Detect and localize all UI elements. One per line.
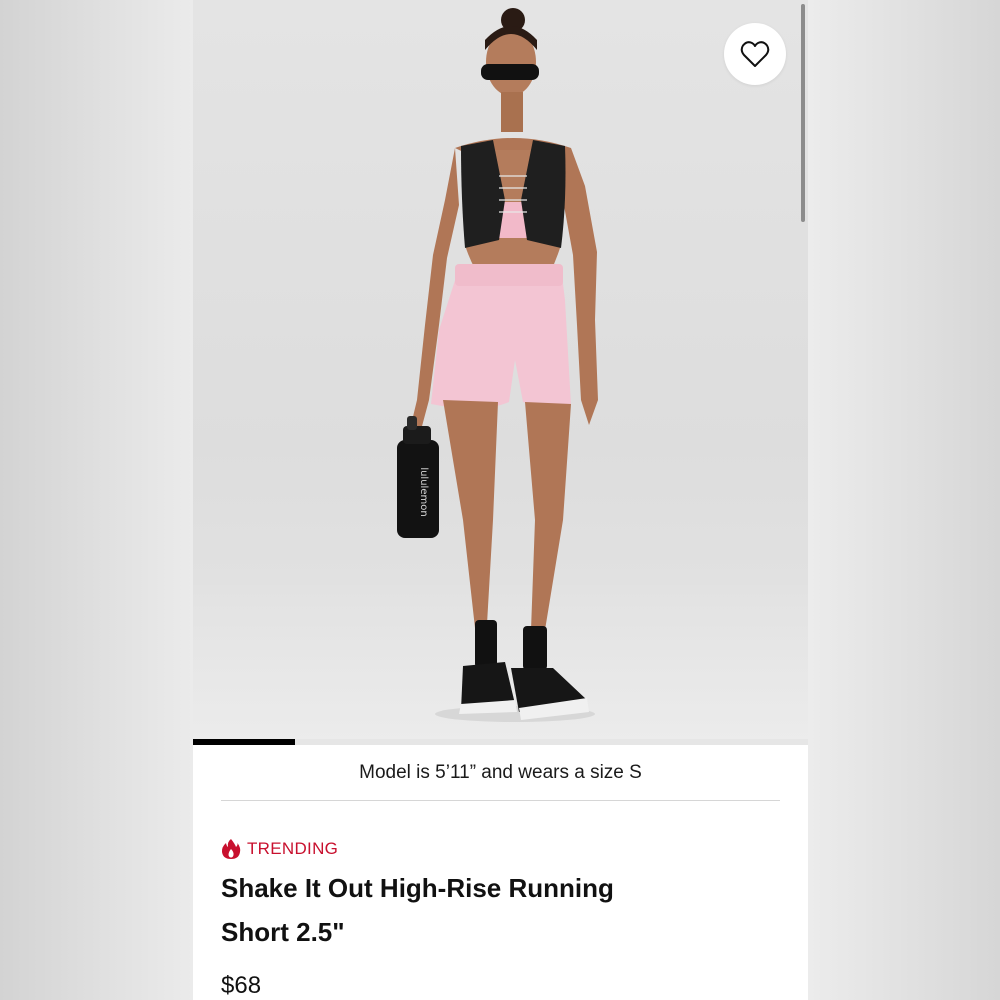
backdrop-left <box>0 0 193 1000</box>
trending-badge: TRENDING <box>221 838 338 860</box>
product-screen: lululemon Model is 5’11” and wears a siz… <box>193 0 808 1000</box>
product-title-line-2: Short 2.5" <box>221 917 345 947</box>
product-price: $68 <box>221 972 262 999</box>
product-title: Shake It Out High-Rise Running Short 2.5… <box>221 866 691 954</box>
bottle-logo-text: lululemon <box>418 467 429 516</box>
divider <box>221 800 780 801</box>
scrollbar[interactable] <box>801 4 805 222</box>
heart-outline-icon <box>740 41 770 67</box>
model-size-caption: Model is 5’11” and wears a size S <box>359 762 642 783</box>
product-image[interactable]: lululemon <box>193 0 808 745</box>
flame-icon <box>221 839 241 859</box>
backdrop-right <box>808 0 1000 1000</box>
model-illustration: lululemon <box>397 8 598 722</box>
wishlist-button[interactable] <box>724 23 786 85</box>
trending-label: TRENDING <box>247 839 339 858</box>
product-title-line-1: Shake It Out High-Rise Running <box>221 873 614 903</box>
gallery-progress-fill <box>193 739 296 745</box>
gallery-progress-bar <box>193 739 808 745</box>
